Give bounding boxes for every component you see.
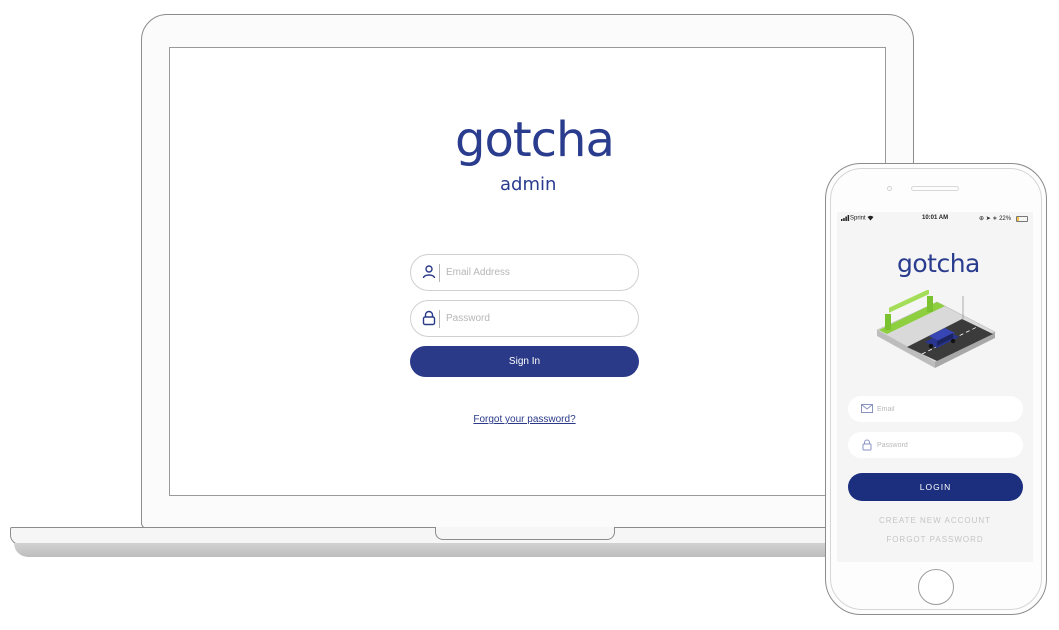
front-camera [887,186,892,191]
password-field[interactable] [410,300,639,337]
lock-icon [422,310,436,326]
laptop-base-shadow [14,543,840,557]
field-separator [439,310,440,328]
logo-subtitle: admin [500,174,557,195]
phone-email-field[interactable] [848,396,1023,422]
sign-in-button[interactable]: Sign In [410,346,639,377]
carrier-name: Sprint [850,215,866,222]
status-bar: Sprint 10:01 AM ⊕ ➤ ∗ 22% [837,215,1033,227]
status-indicators: ⊕ ➤ ∗ 22% [979,215,1011,222]
phone-logo: gotcha [897,249,980,278]
home-button[interactable] [918,569,954,605]
phone-forgot-password-link[interactable]: FORGOT PASSWORD [837,535,1033,544]
logo-wordmark: gotcha [455,112,615,168]
admin-logo: gotcha admin [453,112,615,196]
carrier-label: Sprint [841,215,874,222]
battery-percent: 22% [999,216,1012,222]
parking-illustration [876,290,996,368]
create-account-link[interactable]: CREATE NEW ACCOUNT [837,516,1033,525]
location-icon: ⊕ ➤ ∗ [979,216,998,222]
field-separator [439,264,440,282]
email-input[interactable] [446,261,631,283]
phone-speaker [911,186,959,191]
user-icon [422,265,436,279]
laptop-notch [435,527,615,540]
lock-icon [862,439,872,451]
status-time: 10:01 AM [922,215,949,221]
forgot-password-link[interactable]: Forgot your password? [440,414,609,425]
signal-icon [841,215,850,221]
password-input[interactable] [446,307,631,329]
battery-icon [1016,216,1028,222]
envelope-icon [861,404,873,413]
wifi-icon [867,215,874,221]
battery-fill [1017,217,1020,221]
phone-password-input[interactable] [877,437,1017,453]
email-field[interactable] [410,254,639,291]
phone-screen: Sprint 10:01 AM ⊕ ➤ ∗ 22% gotcha Email L… [837,212,1033,562]
login-button[interactable]: LOGIN [848,473,1023,501]
phone-password-field[interactable] [848,432,1023,458]
phone-email-input[interactable] [877,401,1017,417]
